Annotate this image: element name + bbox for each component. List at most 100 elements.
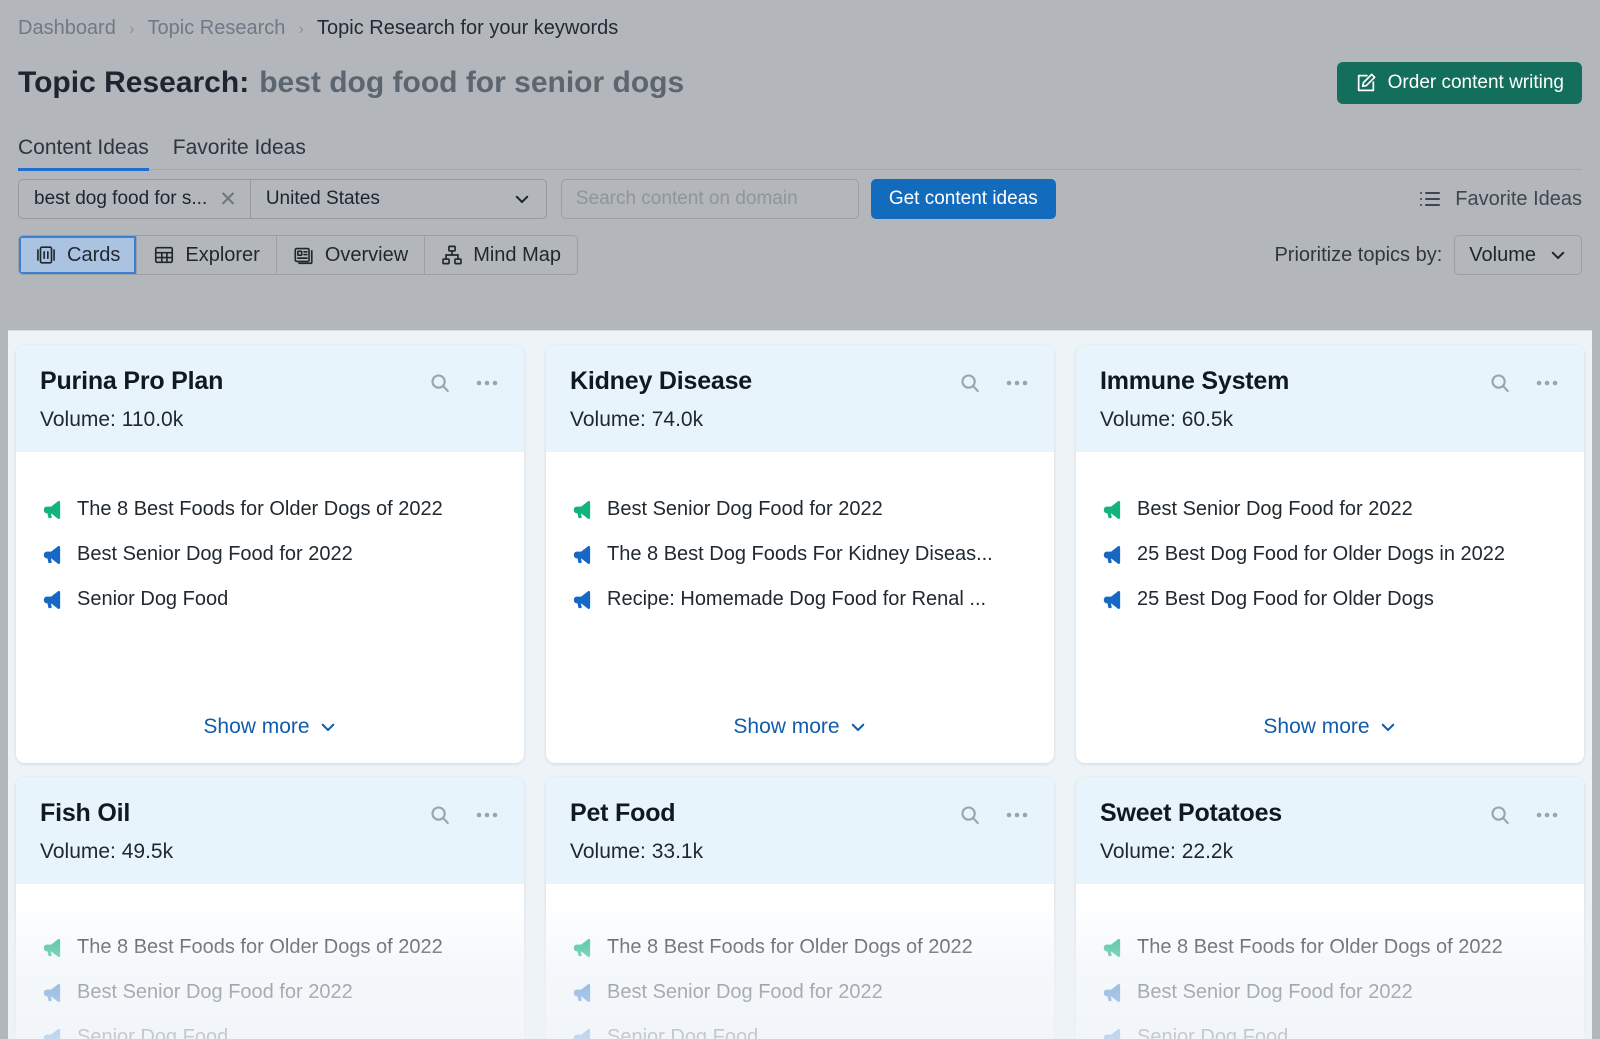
topic-card-title: Immune System bbox=[1100, 367, 1289, 396]
content-idea-item[interactable]: The 8 Best Foods for Older Dogs of 2022 bbox=[1100, 936, 1560, 959]
topic-card-volume: Volume: 60.5k bbox=[1100, 408, 1560, 432]
view-option-explorer-label: Explorer bbox=[185, 244, 259, 267]
topic-card[interactable]: Purina Pro PlanVolume: 110.0k The 8 Best … bbox=[16, 345, 524, 763]
country-select[interactable]: United States bbox=[251, 180, 546, 218]
prioritize-control: Prioritize topics by: Volume bbox=[1274, 235, 1582, 275]
content-idea-item[interactable]: The 8 Best Foods for Older Dogs of 2022 bbox=[570, 936, 1030, 959]
show-more-button[interactable]: Show more bbox=[40, 681, 500, 763]
topic-card-header: Kidney DiseaseVolume: 74.0k bbox=[546, 345, 1054, 452]
content-idea-item[interactable]: The 8 Best Foods for Older Dogs of 2022 bbox=[40, 498, 500, 521]
content-idea-item[interactable]: Senior Dog Food bbox=[40, 588, 500, 611]
topic-card-header: Purina Pro PlanVolume: 110.0k bbox=[16, 345, 524, 452]
show-more-label: Show more bbox=[203, 715, 309, 739]
content-idea-text: Best Senior Dog Food for 2022 bbox=[607, 981, 883, 1004]
content-idea-text: The 8 Best Foods for Older Dogs of 2022 bbox=[77, 498, 443, 521]
topic-card-volume: Volume: 22.2k bbox=[1100, 840, 1560, 864]
view-option-explorer[interactable]: Explorer bbox=[137, 236, 276, 274]
content-idea-item[interactable]: Best Senior Dog Food for 2022 bbox=[1100, 981, 1560, 1004]
topic-card-volume: Volume: 49.5k bbox=[40, 840, 500, 864]
view-option-cards[interactable]: Cards bbox=[19, 236, 137, 274]
view-switch-row: Cards Explorer bbox=[18, 228, 1582, 282]
content-idea-item[interactable]: 25 Best Dog Food for Older Dogs bbox=[1100, 588, 1560, 611]
content-idea-item[interactable]: Best Senior Dog Food for 2022 bbox=[570, 981, 1030, 1004]
content-idea-item[interactable]: Senior Dog Food bbox=[570, 1026, 1030, 1039]
view-option-overview[interactable]: Overview bbox=[277, 236, 425, 274]
topic-card-title: Fish Oil bbox=[40, 799, 130, 828]
view-option-mind-map-label: Mind Map bbox=[473, 244, 561, 267]
show-more-button[interactable]: Show more bbox=[570, 681, 1030, 763]
ellipsis-icon[interactable] bbox=[474, 803, 500, 827]
chevron-down-icon bbox=[1379, 718, 1397, 736]
favorite-ideas-link[interactable]: Favorite Ideas bbox=[1418, 187, 1582, 211]
search-toolbar: best dog food for s... ✕ United States G… bbox=[18, 170, 1582, 228]
ellipsis-icon[interactable] bbox=[1534, 371, 1560, 395]
topic-card[interactable]: Sweet Potatoes Volume: 22.2k The 8 Best Fo… bbox=[1076, 777, 1584, 1039]
content-idea-text: Best Senior Dog Food for 2022 bbox=[607, 498, 883, 521]
content-idea-item[interactable]: Senior Dog Food bbox=[40, 1026, 500, 1039]
search-icon[interactable] bbox=[958, 803, 982, 827]
megaphone-icon bbox=[40, 588, 63, 611]
content-idea-item[interactable]: Senior Dog Food bbox=[1100, 1026, 1560, 1039]
megaphone-icon bbox=[40, 498, 63, 521]
content-idea-text: Recipe: Homemade Dog Food for Renal ... bbox=[607, 588, 986, 611]
content-idea-item[interactable]: Best Senior Dog Food for 2022 bbox=[40, 543, 500, 566]
megaphone-icon bbox=[570, 936, 593, 959]
search-icon[interactable] bbox=[1488, 371, 1512, 395]
content-idea-text: The 8 Best Foods for Older Dogs of 2022 bbox=[77, 936, 443, 959]
megaphone-icon bbox=[570, 981, 593, 1004]
topic-card-title: Sweet Potatoes bbox=[1100, 799, 1282, 828]
close-icon[interactable]: ✕ bbox=[219, 189, 237, 210]
content-idea-text: Senior Dog Food bbox=[1137, 1026, 1288, 1039]
topic-card-header: Immune System Volume: 60.5k bbox=[1076, 345, 1584, 452]
megaphone-icon bbox=[1100, 1026, 1123, 1039]
content-idea-text: The 8 Best Foods for Older Dogs of 2022 bbox=[1137, 936, 1503, 959]
ellipsis-icon[interactable] bbox=[1004, 371, 1030, 395]
search-icon[interactable] bbox=[1488, 803, 1512, 827]
keyword-chip[interactable]: best dog food for s... ✕ bbox=[19, 180, 251, 218]
content-idea-item[interactable]: Recipe: Homemade Dog Food for Renal ... bbox=[570, 588, 1030, 611]
search-content-on-domain-input[interactable] bbox=[561, 179, 859, 219]
tab-content-ideas[interactable]: Content Ideas bbox=[18, 136, 149, 169]
ellipsis-icon[interactable] bbox=[474, 371, 500, 395]
content-idea-item[interactable]: The 8 Best Dog Foods For Kidney Diseas..… bbox=[570, 543, 1030, 566]
content-idea-item[interactable]: Best Senior Dog Food for 2022 bbox=[1100, 498, 1560, 521]
page-title: Topic Research:best dog food for senior … bbox=[18, 66, 684, 100]
ellipsis-icon[interactable] bbox=[1004, 803, 1030, 827]
search-icon[interactable] bbox=[428, 371, 452, 395]
content-idea-text: Senior Dog Food bbox=[77, 1026, 228, 1039]
megaphone-icon bbox=[570, 498, 593, 521]
order-content-writing-label: Order content writing bbox=[1388, 72, 1564, 94]
topic-card-actions bbox=[958, 367, 1030, 395]
topic-card[interactable]: Kidney DiseaseVolume: 74.0k Best Senior D… bbox=[546, 345, 1054, 763]
topic-card-header: Fish Oil Volume: 49.5k bbox=[16, 777, 524, 884]
topic-card-actions bbox=[1488, 367, 1560, 395]
topic-card[interactable]: Pet FoodVolume: 33.1k The 8 Best Foods fo… bbox=[546, 777, 1054, 1039]
content-idea-item[interactable]: The 8 Best Foods for Older Dogs of 2022 bbox=[40, 936, 500, 959]
megaphone-icon bbox=[570, 543, 593, 566]
topic-card-header: Pet FoodVolume: 33.1k bbox=[546, 777, 1054, 884]
breadcrumb-item-topic-research[interactable]: Topic Research bbox=[148, 17, 286, 40]
show-more-button[interactable]: Show more bbox=[1100, 681, 1560, 763]
breadcrumb-item-dashboard[interactable]: Dashboard bbox=[18, 17, 116, 40]
topic-card-actions bbox=[1488, 799, 1560, 827]
search-icon[interactable] bbox=[958, 371, 982, 395]
megaphone-icon bbox=[40, 1026, 63, 1039]
topic-card[interactable]: Immune System Volume: 60.5k Best Senior Do… bbox=[1076, 345, 1584, 763]
topic-card[interactable]: Fish Oil Volume: 49.5k The 8 Best Foods fo… bbox=[16, 777, 524, 1039]
content-idea-text: The 8 Best Dog Foods For Kidney Diseas..… bbox=[607, 543, 993, 566]
prioritize-select[interactable]: Volume bbox=[1454, 235, 1582, 275]
view-option-overview-label: Overview bbox=[325, 244, 408, 267]
chevron-down-icon bbox=[849, 718, 867, 736]
tab-favorite-ideas[interactable]: Favorite Ideas bbox=[173, 136, 306, 169]
order-content-writing-button[interactable]: Order content writing bbox=[1337, 62, 1582, 104]
view-option-mind-map[interactable]: Mind Map bbox=[425, 236, 577, 274]
content-idea-item[interactable]: Best Senior Dog Food for 2022 bbox=[570, 498, 1030, 521]
topic-card-actions bbox=[428, 799, 500, 827]
get-content-ideas-button[interactable]: Get content ideas bbox=[871, 179, 1056, 219]
content-idea-item[interactable]: Best Senior Dog Food for 2022 bbox=[40, 981, 500, 1004]
topic-card-volume: Volume: 110.0k bbox=[40, 408, 500, 432]
megaphone-icon bbox=[1100, 981, 1123, 1004]
ellipsis-icon[interactable] bbox=[1534, 803, 1560, 827]
search-icon[interactable] bbox=[428, 803, 452, 827]
content-idea-item[interactable]: 25 Best Dog Food for Older Dogs in 2022 bbox=[1100, 543, 1560, 566]
